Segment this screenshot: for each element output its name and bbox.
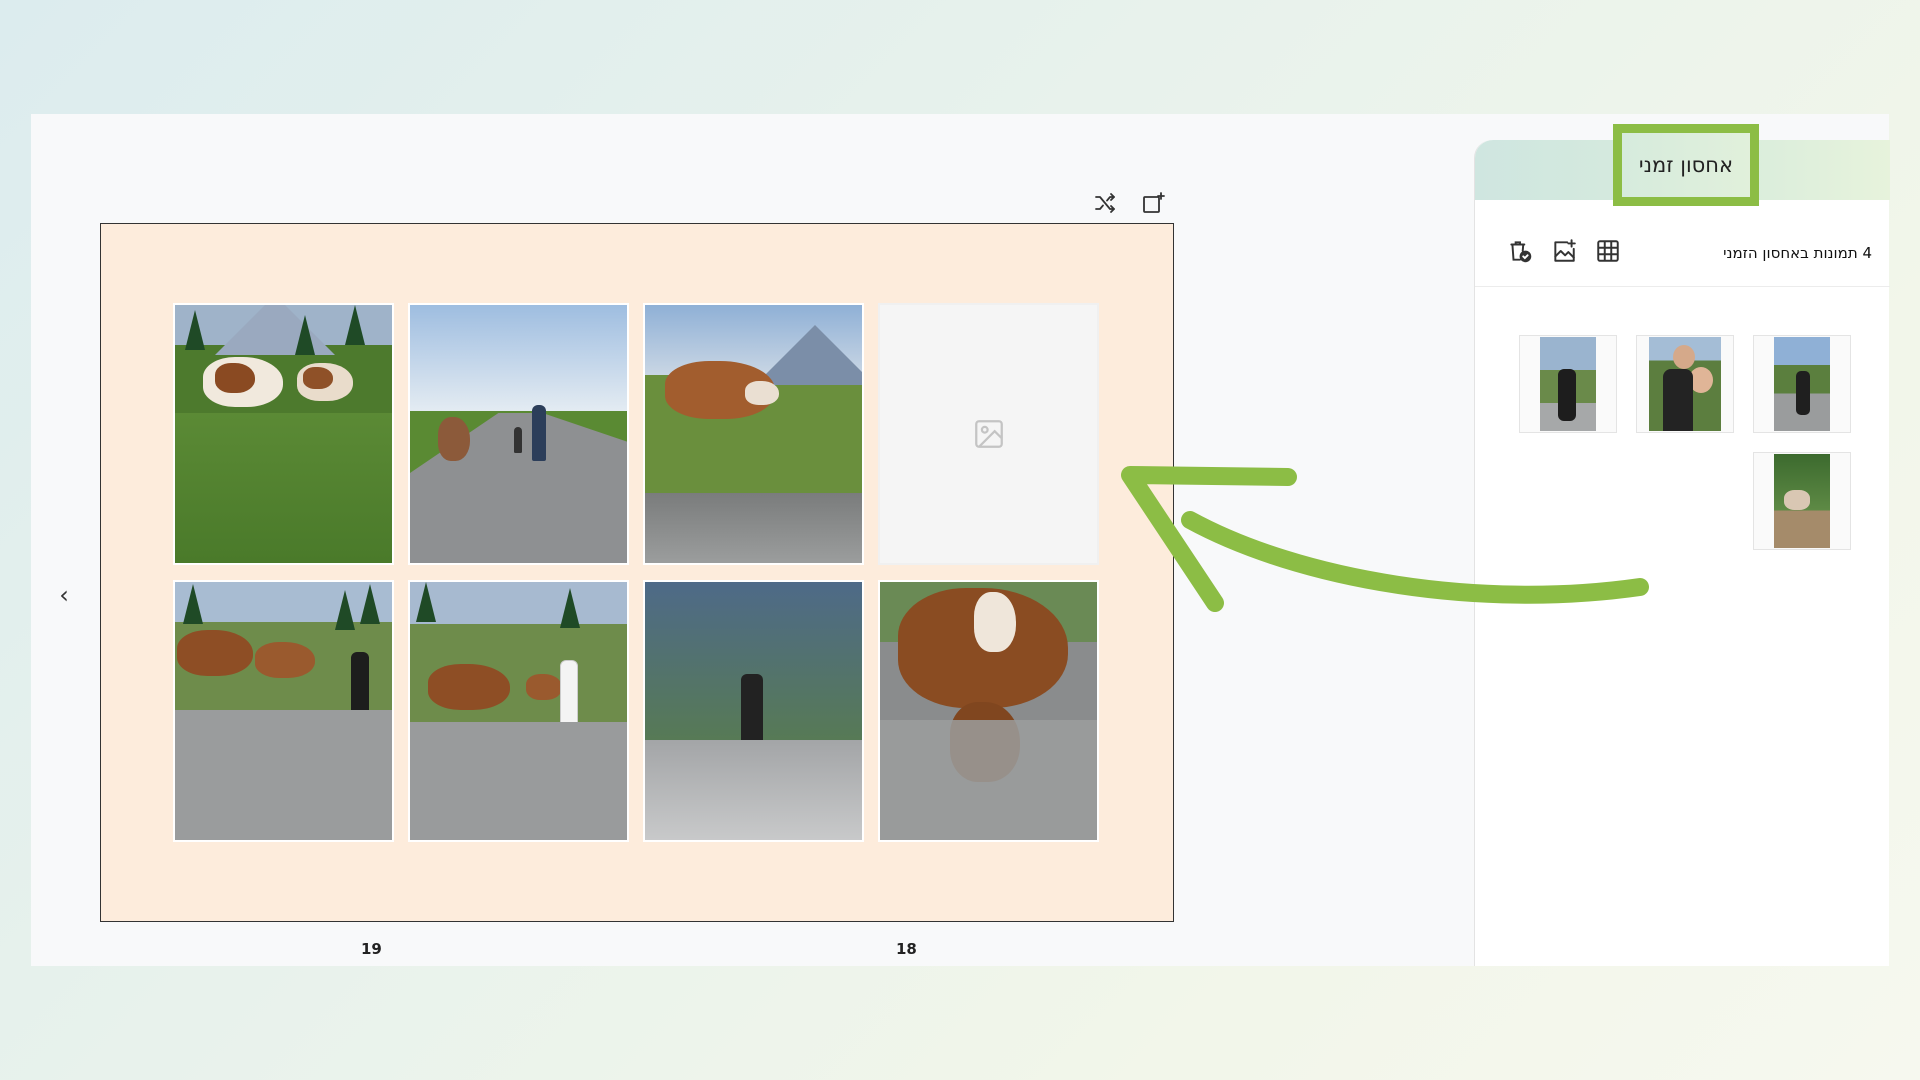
empty-photo-slot[interactable] (878, 303, 1099, 565)
photo-thumbnail (1649, 337, 1721, 431)
add-page-button[interactable] (1140, 190, 1166, 216)
photo-slot[interactable] (408, 580, 629, 842)
photo-slot[interactable] (643, 580, 864, 842)
delete-used-icon (1510, 241, 1532, 263)
previous-page-arrow[interactable]: ‹ (52, 580, 76, 610)
add-image-button[interactable] (1551, 238, 1577, 264)
thumbnail-grid (1519, 335, 1851, 550)
page-number-left: 19 (361, 940, 382, 958)
photo-slot[interactable] (173, 303, 394, 565)
shuffle-button[interactable] (1092, 190, 1118, 216)
delete-used-button[interactable] (1507, 238, 1533, 264)
tab-temporary-storage[interactable]: אחסון זמני (1613, 124, 1759, 206)
photo-slot[interactable] (878, 580, 1099, 842)
add-page-icon (1143, 192, 1165, 213)
panel-actions (1507, 238, 1621, 264)
panel-subheader: 4 תמונות באחסון הזמני (1475, 232, 1890, 287)
photo-thumbnail (1774, 454, 1830, 548)
photo-thumbnail (1774, 337, 1830, 431)
photo-slot[interactable] (408, 303, 629, 565)
thumbnail-item[interactable] (1636, 335, 1734, 433)
add-image-icon (1554, 239, 1576, 262)
photo-thumbnail (1540, 337, 1596, 431)
spread-toolbar (1092, 190, 1166, 216)
thumbnail-item[interactable] (1519, 335, 1617, 433)
temporary-storage-panel: אחסון זמני 4 תמונות באחסון הזמני (1474, 124, 1890, 966)
grid-view-button[interactable] (1595, 238, 1621, 264)
shuffle-icon (1095, 193, 1115, 213)
image-placeholder-icon (974, 420, 1003, 448)
photo-slot[interactable] (643, 303, 864, 565)
thumbnail-item[interactable] (1753, 452, 1851, 550)
photo-slot[interactable] (173, 580, 394, 842)
storage-count-label: 4 תמונות באחסון הזמני (1723, 244, 1872, 262)
thumbnail-item[interactable] (1753, 335, 1851, 433)
grid-icon (1597, 240, 1619, 262)
photo-grid (173, 303, 1103, 842)
page-number-right: 18 (896, 940, 917, 958)
